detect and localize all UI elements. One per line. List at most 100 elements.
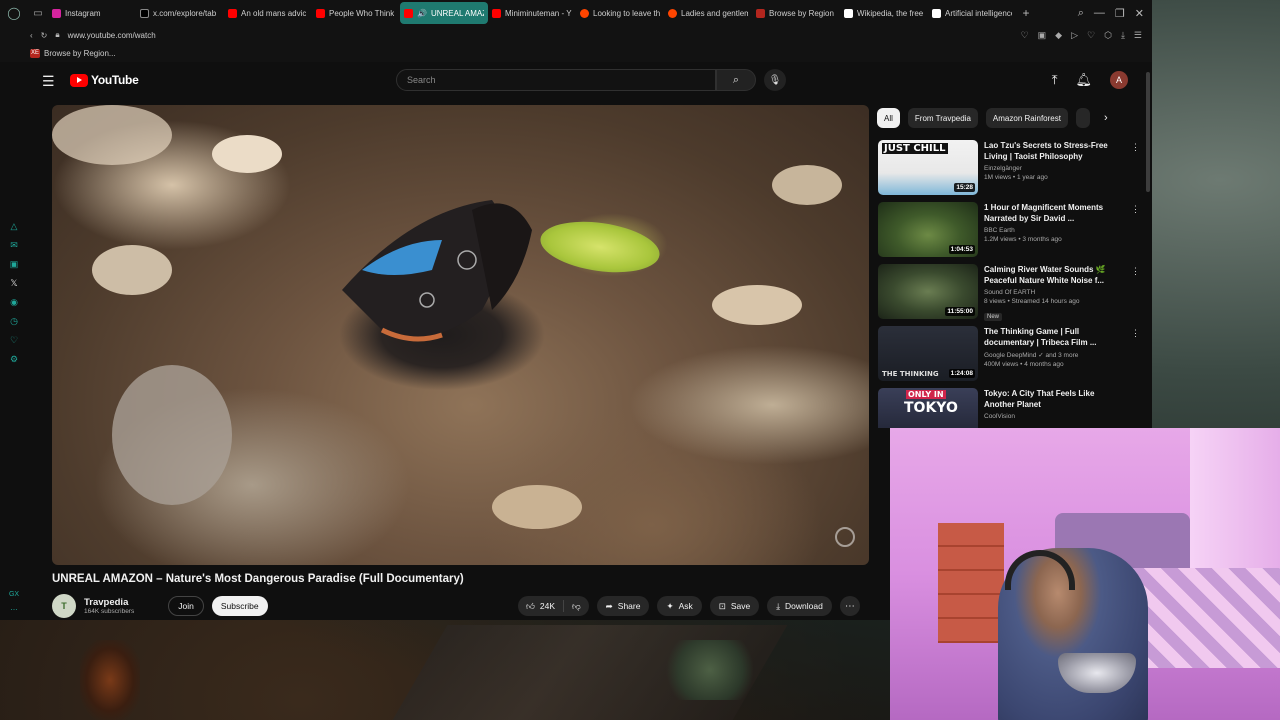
kebab-menu-icon[interactable]: ⋮ bbox=[1131, 328, 1140, 339]
dislike-button[interactable]: 👎︎ bbox=[564, 601, 589, 612]
page-scrollbar[interactable] bbox=[1146, 72, 1150, 192]
heart-icon[interactable]: ♡ bbox=[1087, 30, 1095, 41]
stone bbox=[92, 245, 172, 295]
tab-wikipedia[interactable]: Wikipedia, the free bbox=[840, 2, 928, 24]
tab-browse-region[interactable]: Browse by Region bbox=[752, 2, 840, 24]
audio-icon[interactable]: 🔊 bbox=[417, 9, 427, 18]
avatar[interactable]: A bbox=[1110, 71, 1128, 89]
tab-youtube-2[interactable]: People Who Think bbox=[312, 2, 400, 24]
rec-channel[interactable]: Sound Of EARTH bbox=[984, 289, 1114, 296]
ask-button[interactable]: ✦ Ask bbox=[657, 596, 702, 616]
join-button[interactable]: Join bbox=[168, 596, 204, 616]
video-thumbnail[interactable]: 1:04:53 bbox=[878, 202, 978, 257]
download-icon[interactable]: ⤓ bbox=[1121, 30, 1125, 41]
youtube-play-icon bbox=[70, 73, 88, 87]
rec-title[interactable]: Lao Tzu's Secrets to Stress-Free Living … bbox=[984, 140, 1114, 162]
youtube-logo[interactable]: YouTube bbox=[70, 73, 139, 87]
rec-channel[interactable]: Google DeepMind ✓ and 3 more bbox=[984, 351, 1114, 359]
channel-name[interactable]: Travpedia bbox=[84, 597, 134, 608]
search-button[interactable]: ⌕ bbox=[716, 69, 756, 91]
snapshot-icon[interactable]: ▣ bbox=[1038, 30, 1047, 41]
bookmarks-bar: XE Browse by Region... bbox=[0, 44, 1152, 62]
chevron-right-icon[interactable]: › bbox=[1104, 112, 1108, 124]
maximize-icon[interactable]: ❐ bbox=[1115, 7, 1125, 20]
kebab-menu-icon[interactable]: ⋮ bbox=[1131, 204, 1140, 215]
new-tab-icon[interactable]: + bbox=[1016, 6, 1036, 20]
list-item[interactable]: 11:55:00 Calming River Water Sounds 🌿 Pe… bbox=[878, 264, 1140, 326]
minimize-icon[interactable]: — bbox=[1094, 7, 1105, 20]
video-thumbnail[interactable]: 11:55:00 bbox=[878, 264, 978, 319]
list-item[interactable]: 1:04:53 1 Hour of Magnificent Moments Na… bbox=[878, 202, 1140, 264]
video-thumbnail[interactable]: JUST CHILL 15:28 bbox=[878, 140, 978, 195]
list-item[interactable]: ONLY IN TOKYO Tokyo: A City That Feels L… bbox=[878, 388, 1128, 428]
tab-youtube-1[interactable]: An old mans advic bbox=[224, 2, 312, 24]
music-icon[interactable]: ◉ bbox=[7, 296, 21, 308]
more-actions-icon[interactable]: ⋯ bbox=[839, 596, 860, 616]
messenger-icon[interactable]: ✉ bbox=[7, 239, 21, 251]
tab-youtube-3[interactable]: Miniminuteman - Y bbox=[488, 2, 576, 24]
video-player[interactable] bbox=[52, 105, 869, 565]
chip-amazon-rainforest[interactable]: Amazon Rainforest bbox=[985, 108, 1068, 128]
opera-logo-icon[interactable]: ◯ bbox=[0, 0, 28, 26]
rec-title[interactable]: 1 Hour of Magnificent Moments Narrated b… bbox=[984, 202, 1114, 224]
history-icon[interactable]: ◷ bbox=[7, 315, 21, 327]
url-field[interactable]: www.youtube.com/watch bbox=[68, 31, 156, 40]
x-sidebar-icon[interactable]: 𝕏 bbox=[7, 277, 21, 289]
back-icon[interactable]: ‹ bbox=[30, 31, 33, 40]
chip-from-travpedia[interactable]: From Travpedia bbox=[907, 108, 978, 128]
tab-youtube-active[interactable]: 🔊UNREAL AMAZON – N bbox=[400, 2, 488, 24]
tab-reddit-1[interactable]: Looking to leave th bbox=[576, 2, 664, 24]
channel-watermark-icon[interactable] bbox=[835, 527, 855, 547]
tab-x[interactable]: x.com/explore/tab bbox=[136, 2, 224, 24]
play-icon[interactable]: ▷ bbox=[1071, 30, 1078, 41]
tab-wikipedia-ai[interactable]: Artificial intelligence bbox=[928, 2, 1016, 24]
bookmark-browse-region[interactable]: Browse by Region... bbox=[44, 49, 116, 58]
menu-icon[interactable]: ☰ bbox=[1134, 30, 1142, 41]
extensions-icon[interactable]: ⬡ bbox=[1104, 30, 1112, 41]
tab-list-icon[interactable]: ▭ bbox=[28, 0, 48, 26]
tab-reddit-2[interactable]: Ladies and gentlem bbox=[664, 2, 752, 24]
player-icon[interactable]: ▣ bbox=[7, 258, 21, 270]
bell-icon[interactable]: 🔔︎ bbox=[1075, 72, 1092, 88]
list-item[interactable]: JUST CHILL 15:28 Lao Tzu's Secrets to St… bbox=[878, 140, 1140, 202]
settings-icon[interactable]: ⚙ bbox=[7, 353, 21, 365]
rec-channel[interactable]: CoolVision bbox=[984, 413, 1114, 420]
search-input[interactable]: Search bbox=[396, 69, 716, 91]
tab-search-icon[interactable]: ⌕ bbox=[1078, 7, 1084, 20]
voice-search-button[interactable]: 🎙︎ bbox=[764, 69, 786, 91]
kebab-menu-icon[interactable]: ⋮ bbox=[1131, 266, 1140, 277]
kebab-menu-icon[interactable]: ⋮ bbox=[1131, 142, 1140, 153]
thumbnail-text: ONLY IN bbox=[906, 390, 946, 399]
rec-title[interactable]: Tokyo: A City That Feels Like Another Pl… bbox=[984, 388, 1114, 410]
download-button[interactable]: ⤓ Download bbox=[767, 596, 832, 616]
tab-instagram[interactable]: Instagram bbox=[48, 2, 136, 24]
address-bar: ‹ ↻ 🔒︎ www.youtube.com/watch ♡ ▣ ◆ ▷ ♡ ⬡… bbox=[0, 26, 1152, 44]
rec-title[interactable]: Calming River Water Sounds 🌿 Peaceful Na… bbox=[984, 264, 1114, 286]
rec-title[interactable]: The Thinking Game | Full documentary | T… bbox=[984, 326, 1114, 348]
shield-icon[interactable]: ◆ bbox=[1055, 30, 1062, 41]
list-item[interactable]: THE THINKING 1:24:08 The Thinking Game |… bbox=[878, 326, 1140, 388]
chip-all[interactable]: All bbox=[877, 108, 900, 128]
channel-avatar[interactable]: T bbox=[52, 594, 76, 618]
search-icon: ⌕ bbox=[732, 73, 740, 86]
bookmarks-sidebar-icon[interactable]: ♡ bbox=[7, 334, 21, 346]
video-thumbnail[interactable]: THE THINKING 1:24:08 bbox=[878, 326, 978, 381]
close-window-icon[interactable]: ✕ bbox=[1135, 7, 1144, 20]
share-button[interactable]: ➦ Share bbox=[596, 596, 650, 616]
subscribe-button[interactable]: Subscribe bbox=[211, 596, 268, 616]
related-chips: All From Travpedia Amazon Rainforest › bbox=[877, 108, 1108, 128]
rec-channel[interactable]: Einzelgänger bbox=[984, 165, 1114, 172]
reload-icon[interactable]: ↻ bbox=[41, 31, 48, 40]
rec-channel[interactable]: BBC Earth bbox=[984, 227, 1114, 234]
like-button[interactable]: 👍︎ 24K bbox=[518, 600, 565, 612]
save-button[interactable]: ⊡ Save bbox=[709, 596, 760, 616]
video-thumbnail[interactable]: ONLY IN TOKYO bbox=[878, 388, 978, 428]
sidebar-more-icon[interactable]: ⋯ bbox=[11, 606, 18, 614]
hamburger-menu-icon[interactable]: ☰ bbox=[42, 73, 56, 90]
x-icon bbox=[140, 8, 149, 18]
aria-icon[interactable]: △ bbox=[7, 220, 21, 232]
upload-icon[interactable]: ⤒ bbox=[1052, 72, 1058, 88]
gx-icon[interactable]: GX bbox=[9, 591, 19, 598]
bookmark-icon[interactable]: ♡ bbox=[1021, 30, 1029, 41]
chip-truncated[interactable] bbox=[1075, 108, 1090, 128]
